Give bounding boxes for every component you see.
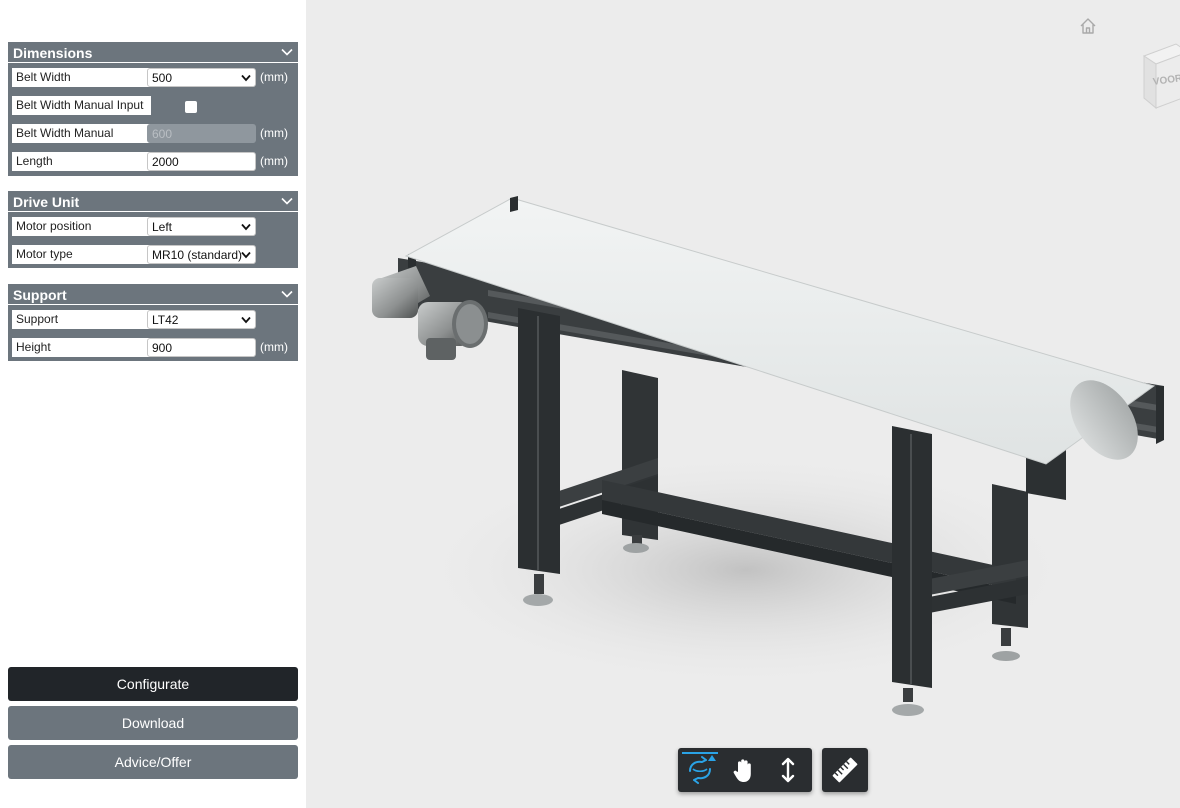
belt-width-manual-unit: (mm) <box>260 126 288 140</box>
length-input[interactable]: 2000 <box>147 152 256 171</box>
belt-width-manual-input-row: Belt Width Manual Input <box>8 91 298 119</box>
height-label: Height <box>12 338 151 357</box>
dimensions-panel: Dimensions Belt Width 500 (mm) Belt Widt… <box>8 42 298 176</box>
motor-type-value: MR10 (standard) <box>152 248 243 262</box>
zoom-vertical-icon[interactable] <box>770 752 806 788</box>
length-label: Length <box>12 152 151 171</box>
orbit-icon[interactable] <box>682 752 718 788</box>
chevron-down-icon <box>241 223 251 231</box>
support-value: LT42 <box>152 313 179 327</box>
chevron-down-icon[interactable] <box>281 195 293 207</box>
height-row: Height 900 (mm) <box>8 333 298 361</box>
support-label: Support <box>12 310 151 329</box>
measure-tool-group <box>822 748 868 792</box>
motor-type-select[interactable]: MR10 (standard) <box>147 245 256 264</box>
chevron-down-icon[interactable] <box>281 46 293 58</box>
belt-width-label: Belt Width <box>12 68 151 87</box>
motor-type-row: Motor type MR10 (standard) <box>8 240 298 268</box>
belt-width-manual-input-label: Belt Width Manual Input <box>12 96 151 115</box>
3d-viewer[interactable]: VOOR <box>306 0 1180 808</box>
belt-width-manual-row: Belt Width Manual 600 (mm) <box>8 119 298 147</box>
dimensions-panel-title: Dimensions <box>13 45 93 61</box>
measure-ruler-icon[interactable] <box>827 752 863 788</box>
belt-width-manual-label: Belt Width Manual <box>12 124 151 143</box>
configurate-button[interactable]: Configurate <box>8 667 298 701</box>
support-panel: Support Support LT42 Height 900 (mm) <box>8 284 298 361</box>
height-unit: (mm) <box>260 340 288 354</box>
download-button[interactable]: Download <box>8 706 298 740</box>
belt-width-row: Belt Width 500 (mm) <box>8 63 298 91</box>
conveyor-model[interactable] <box>306 0 1180 808</box>
belt-width-manual-value: 600 <box>152 127 173 141</box>
motor-position-value: Left <box>152 220 173 234</box>
motor-position-row: Motor position Left <box>8 212 298 240</box>
belt-width-unit: (mm) <box>260 70 288 84</box>
belt-width-manual-input: 600 <box>147 124 256 143</box>
front-leg-left <box>518 308 560 606</box>
dimensions-panel-header[interactable]: Dimensions <box>8 42 298 63</box>
height-value: 900 <box>152 341 173 355</box>
motor-type-label: Motor type <box>12 245 151 264</box>
pan-hand-icon[interactable] <box>726 752 762 788</box>
support-panel-title: Support <box>13 287 67 303</box>
support-row: Support LT42 <box>8 305 298 333</box>
support-panel-header[interactable]: Support <box>8 284 298 305</box>
chevron-down-icon <box>241 251 251 259</box>
advice-offer-button[interactable]: Advice/Offer <box>8 745 298 779</box>
motor-position-label: Motor position <box>12 217 151 236</box>
configuration-sidebar: Dimensions Belt Width 500 (mm) Belt Widt… <box>0 0 306 808</box>
chevron-down-icon[interactable] <box>281 288 293 300</box>
length-value: 2000 <box>152 155 179 169</box>
support-select[interactable]: LT42 <box>147 310 256 329</box>
belt-width-value: 500 <box>152 71 173 85</box>
belt-width-select[interactable]: 500 <box>147 68 256 87</box>
drive-unit-panel-title: Drive Unit <box>13 194 80 210</box>
chevron-down-icon <box>241 74 251 82</box>
navigation-tool-group <box>678 748 812 792</box>
drive-unit-panel-header[interactable]: Drive Unit <box>8 191 298 212</box>
chevron-down-icon <box>241 316 251 324</box>
belt-width-manual-input-checkbox[interactable] <box>185 101 197 113</box>
drive-unit-panel: Drive Unit Motor position Left Motor typ… <box>8 191 298 268</box>
length-row: Length 2000 (mm) <box>8 147 298 175</box>
motor-position-select[interactable]: Left <box>147 217 256 236</box>
front-leg-right <box>892 426 932 716</box>
length-unit: (mm) <box>260 154 288 168</box>
height-input[interactable]: 900 <box>147 338 256 357</box>
home-icon[interactable] <box>1078 16 1098 36</box>
viewcube[interactable]: VOOR <box>1136 40 1180 115</box>
